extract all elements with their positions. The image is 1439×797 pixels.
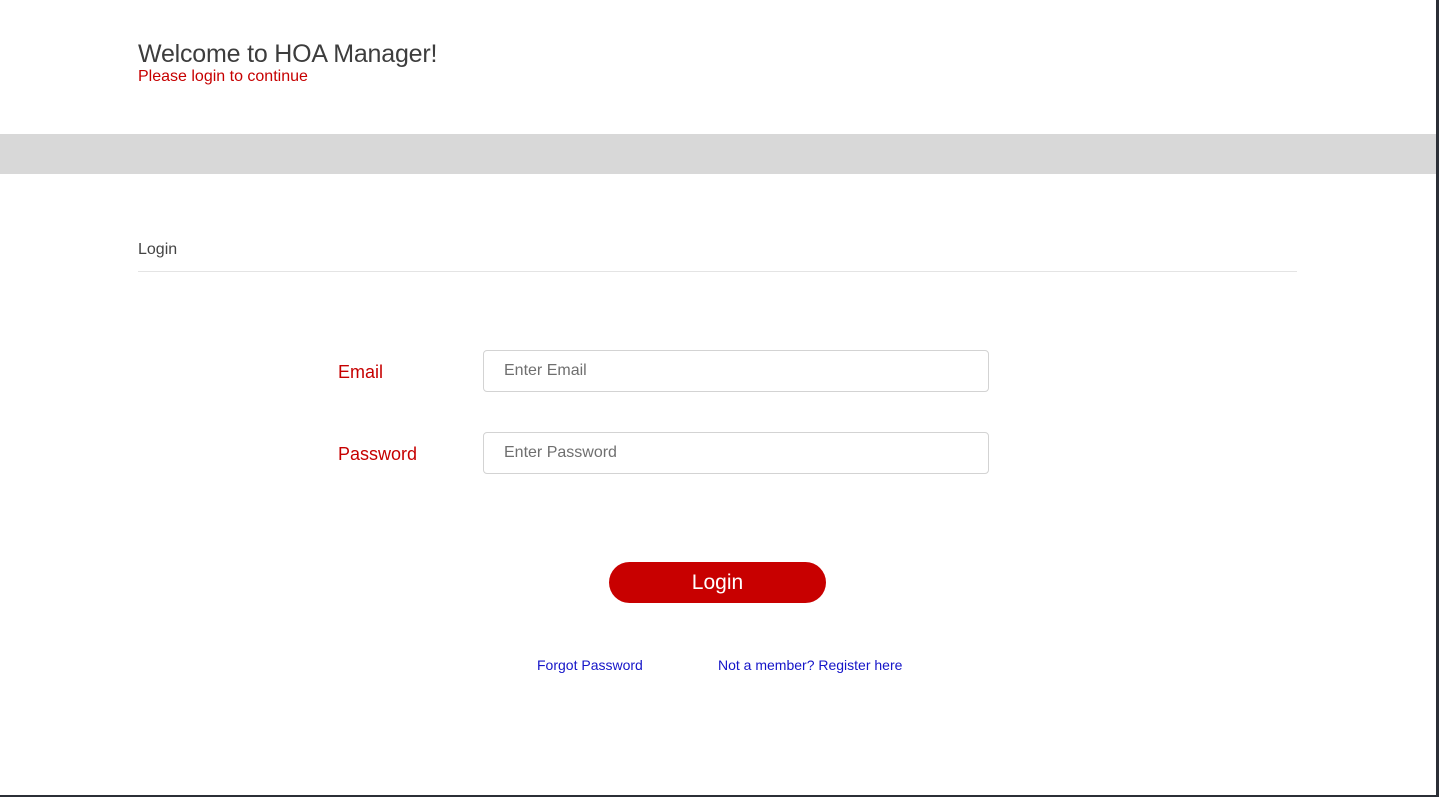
page-header: Welcome to HOA Manager! Please login to … (138, 38, 437, 86)
header-band (0, 134, 1436, 174)
email-label: Email (338, 362, 384, 382)
register-link[interactable]: Not a member? Register here (718, 656, 902, 674)
login-page: Welcome to HOA Manager! Please login to … (0, 0, 1439, 797)
forgot-password-link[interactable]: Forgot Password (537, 656, 643, 674)
login-button[interactable]: Login (609, 562, 826, 603)
section-divider (138, 271, 1297, 272)
password-field[interactable] (483, 432, 989, 474)
section-title: Login (138, 241, 178, 258)
email-field[interactable] (483, 350, 989, 392)
password-label: Password (338, 444, 418, 464)
page-title: Welcome to HOA Manager! (138, 40, 438, 68)
page-subtitle: Please login to continue (138, 68, 308, 85)
